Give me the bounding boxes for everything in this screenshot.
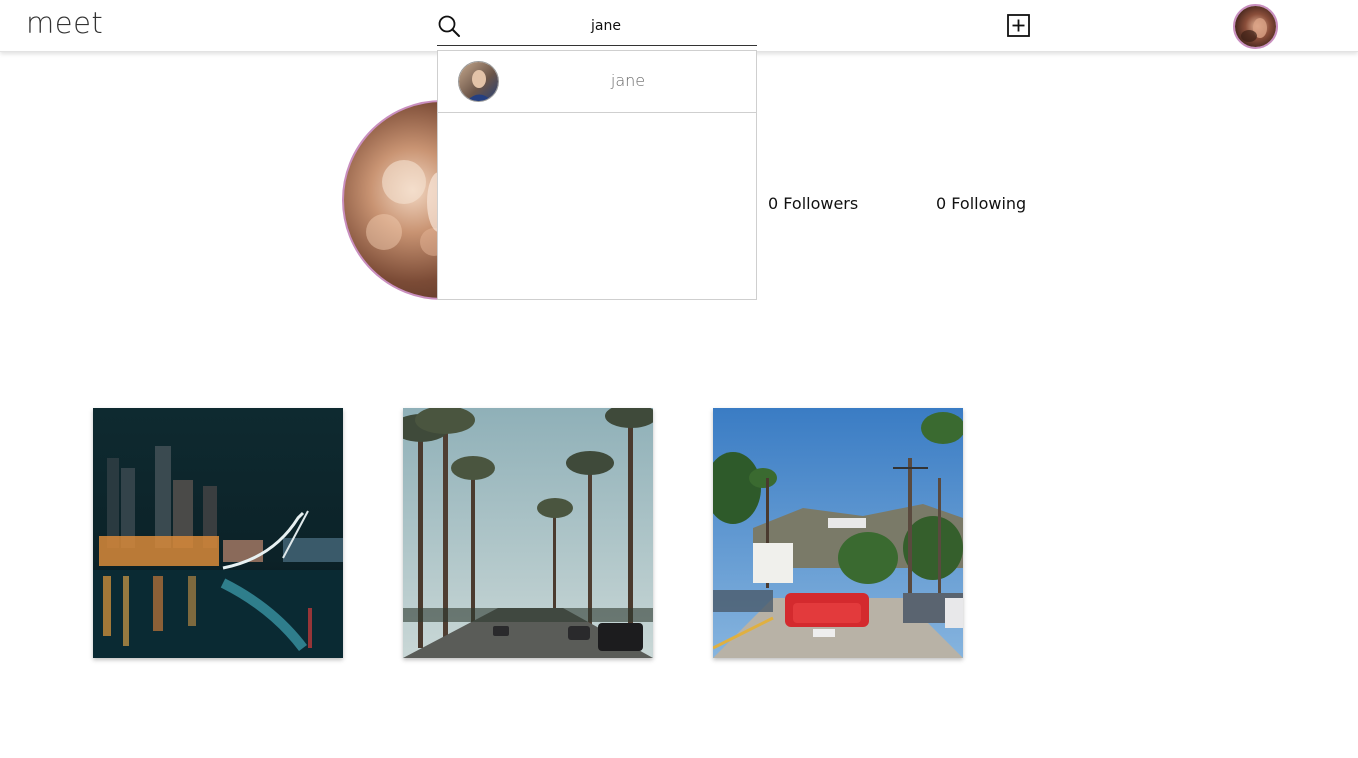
result-avatar [458, 61, 499, 102]
app-logo[interactable]: meet [26, 6, 103, 40]
user-avatar[interactable] [1233, 4, 1278, 49]
search-result-item[interactable]: jane [438, 51, 756, 113]
top-navbar: meet [0, 0, 1358, 52]
search-icon[interactable] [437, 14, 461, 38]
post-thumbnail[interactable] [713, 408, 963, 658]
search-input[interactable] [471, 12, 741, 40]
result-username: jane [610, 71, 646, 90]
followers-count[interactable]: 0 Followers [768, 194, 858, 213]
post-thumbnail[interactable] [93, 408, 343, 658]
post-thumbnail[interactable] [403, 408, 653, 658]
search-bar [437, 8, 757, 46]
search-results-dropdown: jane [437, 50, 757, 300]
plus-square-icon[interactable] [1007, 14, 1030, 37]
following-count[interactable]: 0 Following [936, 194, 1026, 213]
